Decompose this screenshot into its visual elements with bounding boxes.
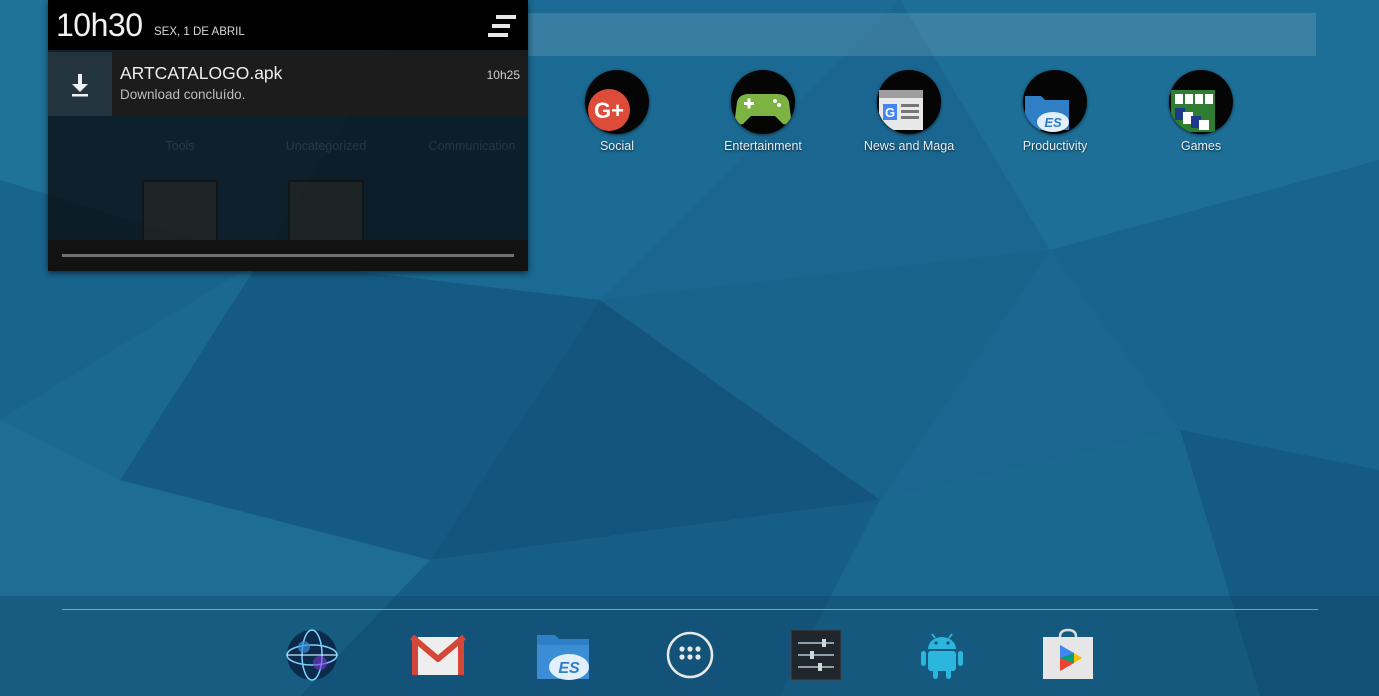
gmail-icon[interactable] <box>410 627 466 683</box>
ghost-tile <box>288 180 364 240</box>
folder-label: Productivity <box>1022 139 1088 153</box>
quick-settings-icon[interactable] <box>484 12 520 40</box>
dock-divider <box>62 609 1318 610</box>
download-notification[interactable]: ARTCATALOGO.apk Download concluído. 10h2… <box>48 52 528 116</box>
google-plus-icon: G+ <box>585 70 649 134</box>
solitaire-icon <box>1169 70 1233 134</box>
notification-title: ARTCATALOGO.apk <box>120 63 283 83</box>
browser-globe-icon[interactable] <box>284 627 340 683</box>
folder-label: Social <box>599 139 635 153</box>
ghost-label: Tools <box>165 139 195 153</box>
svg-text:ES: ES <box>1044 115 1062 130</box>
android-icon[interactable] <box>914 627 970 683</box>
folder-games[interactable]: Games <box>1131 70 1271 160</box>
svg-text:ES: ES <box>558 660 580 677</box>
play-store-icon[interactable] <box>1040 627 1096 683</box>
folder-productivity[interactable]: ES Productivity <box>985 70 1125 160</box>
folder-entertainment[interactable]: Entertainment <box>693 70 833 160</box>
svg-text:G: G <box>885 105 895 120</box>
settings-sliders-icon[interactable] <box>788 627 844 683</box>
shade-header: 10h30 SEX, 1 DE ABRIL <box>48 0 528 50</box>
google-news-icon: G <box>877 70 941 134</box>
notification-shade[interactable]: 10h30 SEX, 1 DE ABRIL ARTCATALOGO.apk Do… <box>48 0 528 271</box>
folder-news-and-magazines[interactable]: G News and Maga <box>839 70 979 160</box>
shade-drag-handle[interactable] <box>62 254 514 257</box>
ghost-tile <box>142 180 218 240</box>
es-file-explorer-icon: ES <box>1023 70 1087 134</box>
shade-footer <box>48 240 528 271</box>
download-icon <box>48 52 112 116</box>
gamepad-icon <box>731 70 795 134</box>
svg-text:G+: G+ <box>594 98 624 123</box>
notification-text: Download concluído. <box>120 87 246 102</box>
ghost-label: Communication <box>428 139 516 153</box>
shade-background-content: Tools Uncategorized Communication <box>48 116 528 240</box>
folder-label: Entertainment <box>724 139 802 153</box>
all-apps-icon[interactable] <box>662 627 718 683</box>
es-file-explorer-icon[interactable]: ES <box>535 627 591 683</box>
notification-time: 10h25 <box>486 68 520 82</box>
clock: 10h30 <box>56 7 143 43</box>
folder-label: News and Maga <box>863 139 955 153</box>
folder-social[interactable]: G+ Social <box>547 70 687 160</box>
ghost-label: Uncategorized <box>285 139 367 153</box>
search-bar[interactable] <box>528 13 1316 56</box>
date: SEX, 1 DE ABRIL <box>154 26 245 38</box>
folder-label: Games <box>1180 139 1222 153</box>
